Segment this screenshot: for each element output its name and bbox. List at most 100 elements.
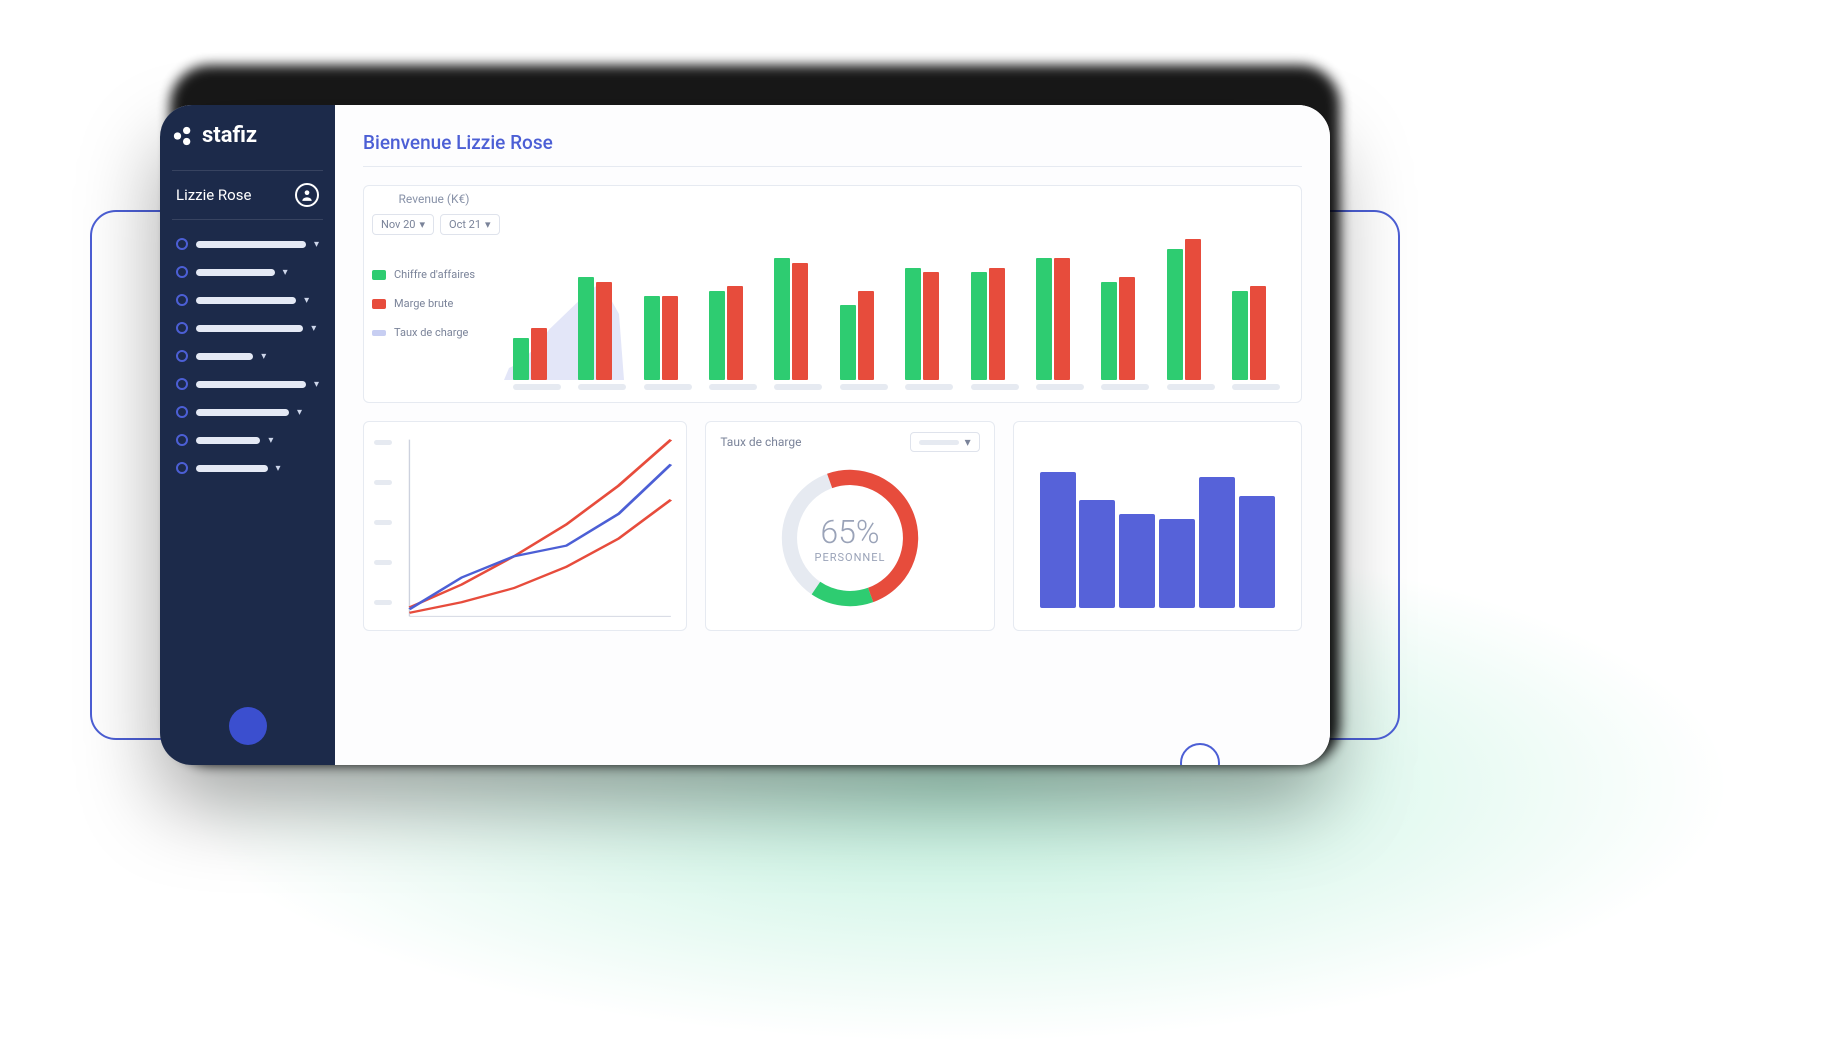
swatch-green xyxy=(372,270,386,280)
chevron-down-icon: ▾ xyxy=(268,435,273,446)
bar-ca xyxy=(709,291,725,380)
nav-label-placeholder xyxy=(196,409,289,416)
small-bars-card xyxy=(1013,421,1302,631)
placeholder-bar xyxy=(919,440,959,445)
date-end-select[interactable]: Oct 21 ▾ xyxy=(440,214,500,235)
chevron-down-icon: ▾ xyxy=(485,218,491,231)
chevron-down-icon: ▾ xyxy=(419,218,425,231)
bar-ca xyxy=(1232,291,1248,380)
bar-group xyxy=(1101,277,1149,380)
legend-mb: Marge brute xyxy=(372,297,475,310)
sidebar-item-1[interactable]: ▾ xyxy=(172,258,323,286)
small-bars-chart xyxy=(1038,458,1277,608)
sidebar-item-3[interactable]: ▾ xyxy=(172,314,323,342)
bar-mb xyxy=(1185,239,1201,380)
bar-mb xyxy=(596,282,612,380)
nav-label-placeholder xyxy=(196,241,306,248)
bar-group xyxy=(1036,258,1084,380)
revenue-card: Revenue (K€) Nov 20▾ Oct 21▾ Chiffre d'a… xyxy=(363,185,1302,403)
revenue-chart xyxy=(504,220,1289,390)
nav-label-placeholder xyxy=(196,465,268,472)
bar-ca xyxy=(578,277,594,380)
chevron-down-icon: ▾ xyxy=(304,295,309,306)
nav-label-placeholder xyxy=(196,325,303,332)
bar-mb xyxy=(792,263,808,380)
nav-label-placeholder xyxy=(196,437,260,444)
bar-group xyxy=(971,268,1019,381)
nav-circle-icon xyxy=(176,350,188,362)
nav-list: ▾ ▾ ▾ ▾ ▾ ▾ ▾ ▾ ▾ xyxy=(172,230,323,482)
nav-circle-icon xyxy=(176,434,188,446)
bar-mb xyxy=(923,272,939,380)
brand[interactable]: stafiz xyxy=(172,123,323,148)
swatch-red xyxy=(372,299,386,309)
category-placeholder xyxy=(971,384,1019,390)
sidebar-item-0[interactable]: ▾ xyxy=(172,230,323,258)
donut-title: Taux de charge xyxy=(720,435,801,449)
bar-mb xyxy=(858,291,874,380)
ytick-placeholder xyxy=(374,480,392,485)
bar-mb xyxy=(1054,258,1070,380)
date-pickers: Nov 20▾ Oct 21 ▾ xyxy=(372,214,500,235)
bar-row xyxy=(504,230,1289,380)
sidebar: stafiz Lizzie Rose ▾ ▾ ▾ ▾ ▾ ▾ ▾ ▾ ▾ xyxy=(160,105,335,765)
legend-ca: Chiffre d'affaires xyxy=(372,268,475,281)
bar-ca xyxy=(840,305,856,380)
category-placeholder xyxy=(644,384,692,390)
bar-ca xyxy=(971,272,987,380)
donut-select[interactable]: ▾ xyxy=(910,432,980,452)
small-bar xyxy=(1239,496,1275,609)
bar-group xyxy=(1167,239,1215,380)
sidebar-item-5[interactable]: ▾ xyxy=(172,370,323,398)
brand-icon xyxy=(172,125,194,147)
user-avatar-icon xyxy=(295,183,319,207)
user-row[interactable]: Lizzie Rose xyxy=(172,170,323,220)
bar-group xyxy=(644,296,692,380)
category-placeholder xyxy=(774,384,822,390)
category-placeholder xyxy=(1036,384,1084,390)
bar-ca xyxy=(513,338,529,380)
category-placeholder xyxy=(578,384,626,390)
sidebar-item-2[interactable]: ▾ xyxy=(172,286,323,314)
sidebar-item-6[interactable]: ▾ xyxy=(172,398,323,426)
bar-group xyxy=(905,268,953,381)
ytick-placeholder xyxy=(374,440,392,445)
category-placeholder xyxy=(905,384,953,390)
bar-ca xyxy=(905,268,921,381)
sidebar-action-button[interactable] xyxy=(229,707,267,745)
chevron-down-icon: ▾ xyxy=(311,323,316,334)
legend-mb-label: Marge brute xyxy=(394,297,453,310)
sidebar-item-4[interactable]: ▾ xyxy=(172,342,323,370)
bar-ca xyxy=(1036,258,1052,380)
chevron-down-icon: ▾ xyxy=(314,239,319,250)
chevron-down-icon: ▾ xyxy=(314,379,319,390)
nav-circle-icon xyxy=(176,378,188,390)
bar-ca xyxy=(774,258,790,380)
small-bar xyxy=(1159,519,1195,608)
category-placeholder xyxy=(1101,384,1149,390)
bar-group xyxy=(578,277,626,380)
donut-pct: 65% xyxy=(820,513,879,551)
bar-group xyxy=(840,291,888,380)
sidebar-item-7[interactable]: ▾ xyxy=(172,426,323,454)
bar-group xyxy=(513,328,561,380)
bar-group xyxy=(774,258,822,380)
ytick-placeholder xyxy=(374,600,392,605)
date-start-select[interactable]: Nov 20▾ xyxy=(372,214,434,235)
ytick-placeholder xyxy=(374,520,392,525)
row-secondary: Taux de charge ▾ 65% PERSONNEL xyxy=(363,421,1302,631)
small-bar xyxy=(1079,500,1115,608)
donut-center: 65% PERSONNEL xyxy=(815,513,886,564)
bar-group xyxy=(1232,286,1280,380)
date-end-label: Oct 21 xyxy=(449,218,481,231)
chevron-down-icon: ▾ xyxy=(261,351,266,362)
legend-tc-label: Taux de charge xyxy=(394,326,468,339)
nav-label-placeholder xyxy=(196,297,296,304)
legend-tc: Taux de charge xyxy=(372,326,475,339)
sidebar-item-8[interactable]: ▾ xyxy=(172,454,323,482)
chevron-down-icon: ▾ xyxy=(297,407,302,418)
bar-ca xyxy=(644,296,660,380)
donut-sub: PERSONNEL xyxy=(815,551,886,564)
bar-mb xyxy=(1250,286,1266,380)
device-window: stafiz Lizzie Rose ▾▾▾▾▾▾▾▾▾ Bienvenue L… xyxy=(160,105,1330,765)
